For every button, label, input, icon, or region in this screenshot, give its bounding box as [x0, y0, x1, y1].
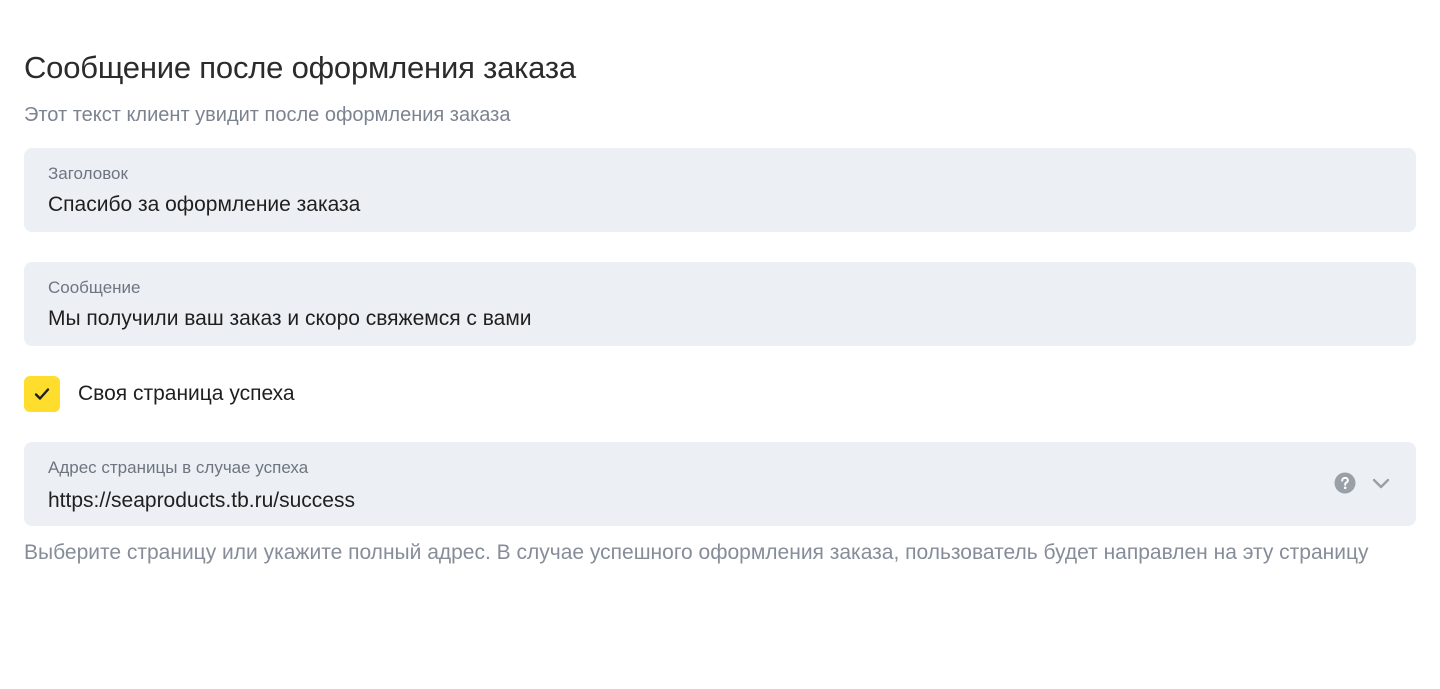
message-field[interactable]: Сообщение Мы получили ваш заказ и скоро … — [24, 262, 1416, 346]
success-url-field-icons — [1334, 472, 1392, 494]
chevron-down-icon[interactable] — [1370, 472, 1392, 494]
section-title: Сообщение после оформления заказа — [24, 50, 576, 85]
success-url-field[interactable]: Адрес страницы в случае успеха https://s… — [24, 442, 1416, 526]
success-url-hint: Выберите страницу или укажите полный адр… — [24, 541, 1369, 564]
custom-success-page-label[interactable]: Своя страница успеха — [78, 379, 295, 409]
message-field-value[interactable]: Мы получили ваш заказ и скоро свяжемся с… — [48, 304, 1392, 334]
custom-success-page-row[interactable]: Своя страница успеха — [24, 376, 1416, 412]
question-circle-icon[interactable] — [1334, 472, 1356, 494]
section-subtitle: Этот текст клиент увидит после оформлени… — [24, 104, 511, 126]
checkmark-icon — [34, 388, 50, 400]
success-url-field-label: Адрес страницы в случае успеха — [48, 458, 309, 477]
success-message-section: Сообщение после оформления заказа Этот т… — [24, 48, 1416, 568]
title-field-value[interactable]: Спасибо за оформление заказа — [48, 190, 1392, 220]
message-field-label: Сообщение — [48, 278, 141, 297]
title-field[interactable]: Заголовок Спасибо за оформление заказа — [24, 148, 1416, 232]
title-field-label: Заголовок — [48, 164, 128, 183]
success-url-field-value[interactable]: https://seaproducts.tb.ru/success — [48, 486, 1392, 516]
custom-success-page-checkbox[interactable] — [24, 376, 60, 412]
